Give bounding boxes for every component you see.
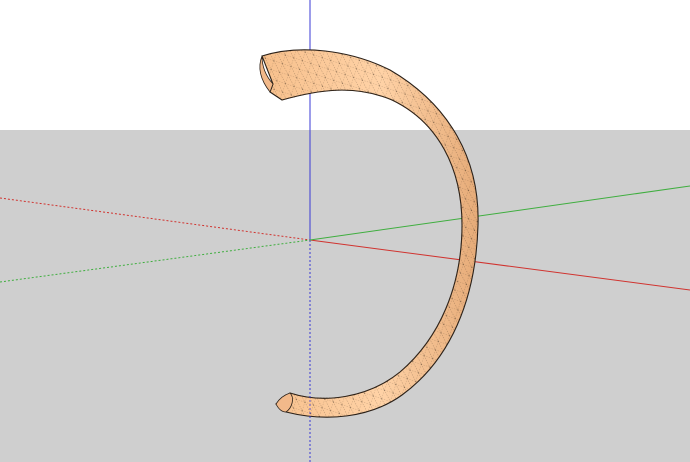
viewport-canvas[interactable] (0, 0, 690, 462)
3d-viewport[interactable] (0, 0, 690, 462)
